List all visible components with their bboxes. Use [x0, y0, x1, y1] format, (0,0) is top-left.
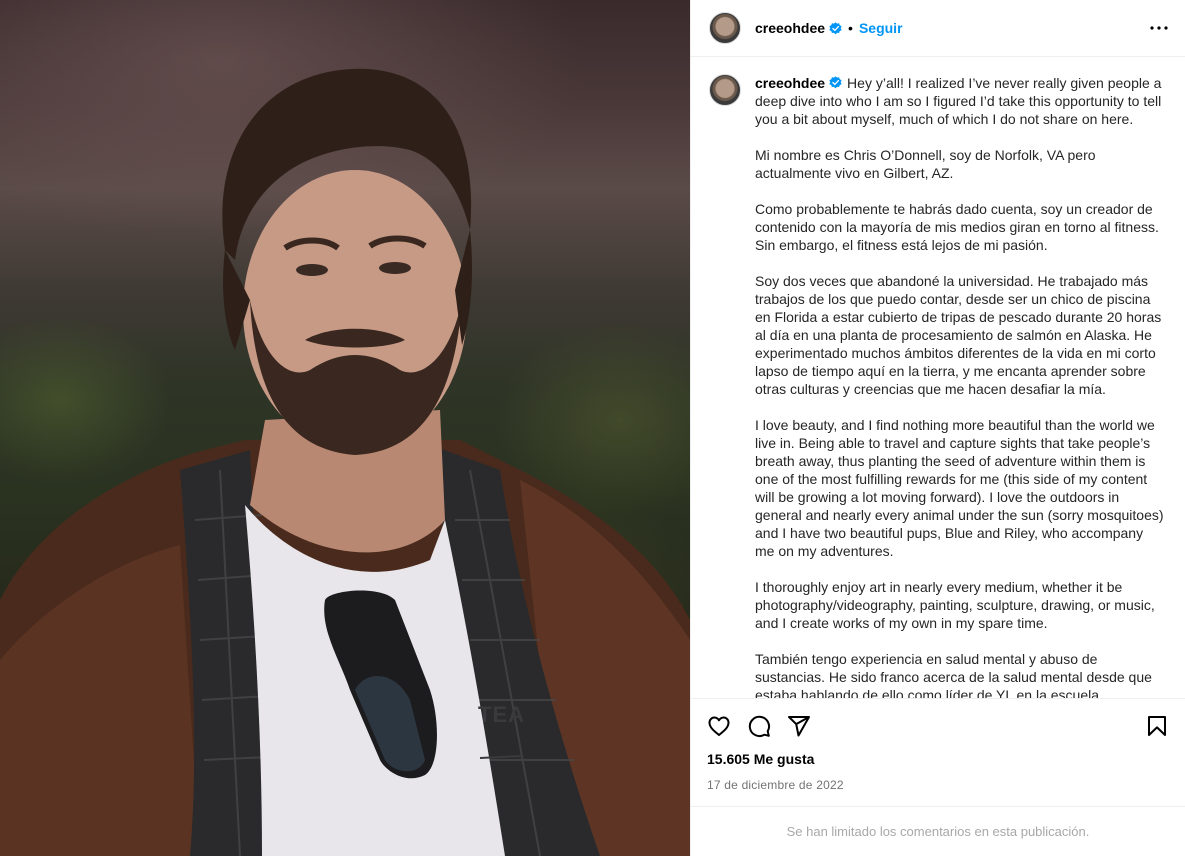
- post-date[interactable]: 17 de diciembre de 2022: [707, 778, 1169, 792]
- verified-badge-icon: [829, 76, 842, 89]
- caption-paragraph-4: Soy dos veces que abandoné la universida…: [755, 273, 1162, 397]
- bookmark-icon[interactable]: [1145, 714, 1169, 738]
- photo-person: TEA: [0, 68, 690, 856]
- caption-paragraph-5: I love beauty, and I find nothing more b…: [755, 417, 1164, 559]
- post-header: creeohdee • Seguir: [691, 0, 1185, 57]
- heart-icon[interactable]: [707, 714, 731, 738]
- caption-row: creeohdee Hey y’all! I realized I’ve neve…: [709, 74, 1167, 698]
- post-side-panel: creeohdee • Seguir creeohdee Hey y’all! I…: [690, 0, 1185, 856]
- caption-avatar[interactable]: [709, 74, 741, 106]
- follow-button[interactable]: Seguir: [859, 20, 903, 36]
- share-icon[interactable]: [787, 714, 811, 738]
- separator-dot: •: [848, 20, 853, 36]
- caption-paragraph-3: Como probablemente te habrás dado cuenta…: [755, 201, 1159, 253]
- post-actions: 15.605 Me gusta 17 de diciembre de 2022: [691, 698, 1185, 806]
- likes-count[interactable]: 15.605 Me gusta: [707, 751, 1169, 767]
- caption-paragraph-2: Mi nombre es Chris O’Donnell, soy de Nor…: [755, 147, 1096, 181]
- post-photo[interactable]: TEA: [0, 0, 690, 856]
- svg-text:TEA: TEA: [478, 702, 525, 727]
- author-username[interactable]: creeohdee: [755, 20, 825, 36]
- caption-text: creeohdee Hey y’all! I realized I’ve neve…: [755, 74, 1165, 698]
- caption-paragraph-6: I thoroughly enjoy art in nearly every m…: [755, 579, 1155, 631]
- caption-paragraph-1: creeohdee Hey y’all! I realized I’ve neve…: [755, 74, 1165, 128]
- action-icons-row: [707, 699, 1169, 753]
- verified-badge-icon: [829, 21, 842, 35]
- avatar[interactable]: [709, 12, 741, 44]
- comment-icon[interactable]: [747, 714, 771, 738]
- caption-scroll-area[interactable]: creeohdee Hey y’all! I realized I’ve neve…: [691, 58, 1185, 698]
- post-modal: TEA creeohdee • Seguir creeohdee Hey y’a…: [0, 0, 1185, 856]
- more-options-icon[interactable]: [1147, 16, 1171, 40]
- comments-limited-notice: Se han limitado los comentarios en esta …: [691, 806, 1185, 856]
- caption-username[interactable]: creeohdee: [755, 75, 825, 91]
- caption-paragraph-7: También tengo experiencia en salud menta…: [755, 651, 1152, 698]
